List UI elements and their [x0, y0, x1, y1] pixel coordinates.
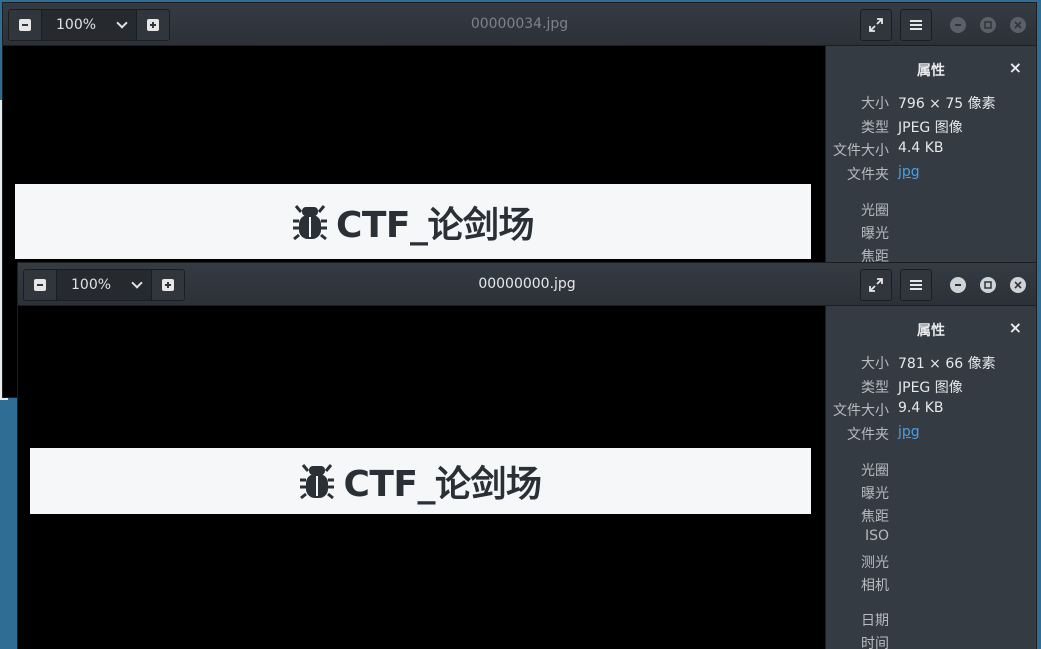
zoom-control: 100%: [23, 269, 185, 301]
close-button[interactable]: [1010, 277, 1026, 293]
minimize-button[interactable]: [950, 17, 966, 33]
zoom-level-dropdown[interactable]: 100%: [56, 270, 152, 300]
image-canvas[interactable]: CTF_论剑场: [18, 306, 825, 649]
menu-button[interactable]: [900, 9, 932, 41]
plus-icon: [147, 19, 159, 31]
fullscreen-icon: [869, 278, 883, 292]
folder-link[interactable]: jpg: [898, 424, 920, 440]
property-folder: 文件夹 jpg: [847, 424, 920, 443]
maximize-icon: [984, 281, 992, 289]
displayed-image: CTF_论剑场: [15, 184, 811, 259]
minimize-icon: [955, 24, 961, 26]
close-icon: [1014, 281, 1022, 289]
bug-icon: [292, 204, 327, 240]
fullscreen-button[interactable]: [860, 269, 892, 301]
sidebar-title: 属性: [917, 63, 945, 79]
close-icon: [1014, 21, 1022, 29]
sidebar-close-button[interactable]: ×: [1009, 60, 1022, 76]
minimize-icon: [955, 284, 961, 286]
property-type: 类型 JPEG 图像: [861, 120, 963, 136]
minimize-button[interactable]: [950, 277, 966, 293]
zoom-level: 100%: [71, 277, 112, 293]
property-aperture: 光圈: [861, 203, 889, 219]
hamburger-icon: [910, 280, 922, 290]
property-file-size: 文件大小 9.4 KB: [833, 400, 944, 419]
property-exposure: 曝光: [861, 226, 889, 242]
maximize-button[interactable]: [980, 17, 996, 33]
hamburger-icon: [910, 20, 922, 30]
close-button[interactable]: [1010, 17, 1026, 33]
menu-button[interactable]: [900, 269, 932, 301]
image-text: CTF_论剑场: [343, 464, 542, 505]
property-exposure: 曝光: [861, 486, 889, 502]
property-date: 日期: [861, 613, 889, 629]
plus-icon: [162, 279, 174, 291]
property-camera: 相机: [861, 578, 889, 594]
fullscreen-button[interactable]: [860, 9, 892, 41]
headerbar: 100% 00000000.jpg: [18, 263, 1036, 306]
property-metering: 测光: [861, 555, 889, 571]
minus-icon: [34, 279, 46, 291]
property-time: 时间: [861, 636, 889, 649]
chevron-down-icon: [131, 277, 143, 289]
maximize-button[interactable]: [980, 277, 996, 293]
folder-link[interactable]: jpg: [898, 164, 920, 180]
property-iso: ISO: [864, 528, 889, 544]
property-aperture: 光圈: [861, 463, 889, 479]
bug-icon: [300, 464, 335, 500]
sidebar-title: 属性: [917, 323, 945, 339]
zoom-control: 100%: [8, 9, 170, 41]
zoom-in-button[interactable]: [137, 10, 169, 40]
displayed-image: CTF_论剑场: [30, 448, 811, 514]
property-file-size: 文件大小 4.4 KB: [833, 140, 944, 159]
zoom-level-dropdown[interactable]: 100%: [41, 10, 137, 40]
property-focal-length: 焦距: [861, 509, 889, 525]
zoom-level: 100%: [56, 17, 97, 33]
maximize-icon: [984, 21, 992, 29]
properties-sidebar: 属性 × 大小 781 × 66 像素 类型 JPEG 图像 文件大小 9.4 KB …: [825, 306, 1036, 649]
property-folder: 文件夹 jpg: [847, 164, 920, 183]
property-type: 类型 JPEG 图像: [861, 380, 963, 396]
property-size: 大小 781 × 66 像素: [861, 356, 996, 372]
minus-icon: [19, 19, 31, 31]
headerbar: 100% 00000034.jpg: [3, 3, 1036, 46]
zoom-out-button[interactable]: [9, 10, 41, 40]
image-text: CTF_论剑场: [335, 204, 535, 246]
property-size: 大小 796 × 75 像素: [861, 96, 996, 112]
sidebar-close-button[interactable]: ×: [1009, 320, 1022, 336]
fullscreen-icon: [869, 18, 883, 32]
chevron-down-icon: [116, 17, 128, 29]
zoom-out-button[interactable]: [24, 270, 56, 300]
zoom-in-button[interactable]: [152, 270, 184, 300]
image-viewer-window-front[interactable]: 100% 00000000.jpg CTF_论剑场 属性 × 大小 781 × …: [17, 262, 1037, 649]
